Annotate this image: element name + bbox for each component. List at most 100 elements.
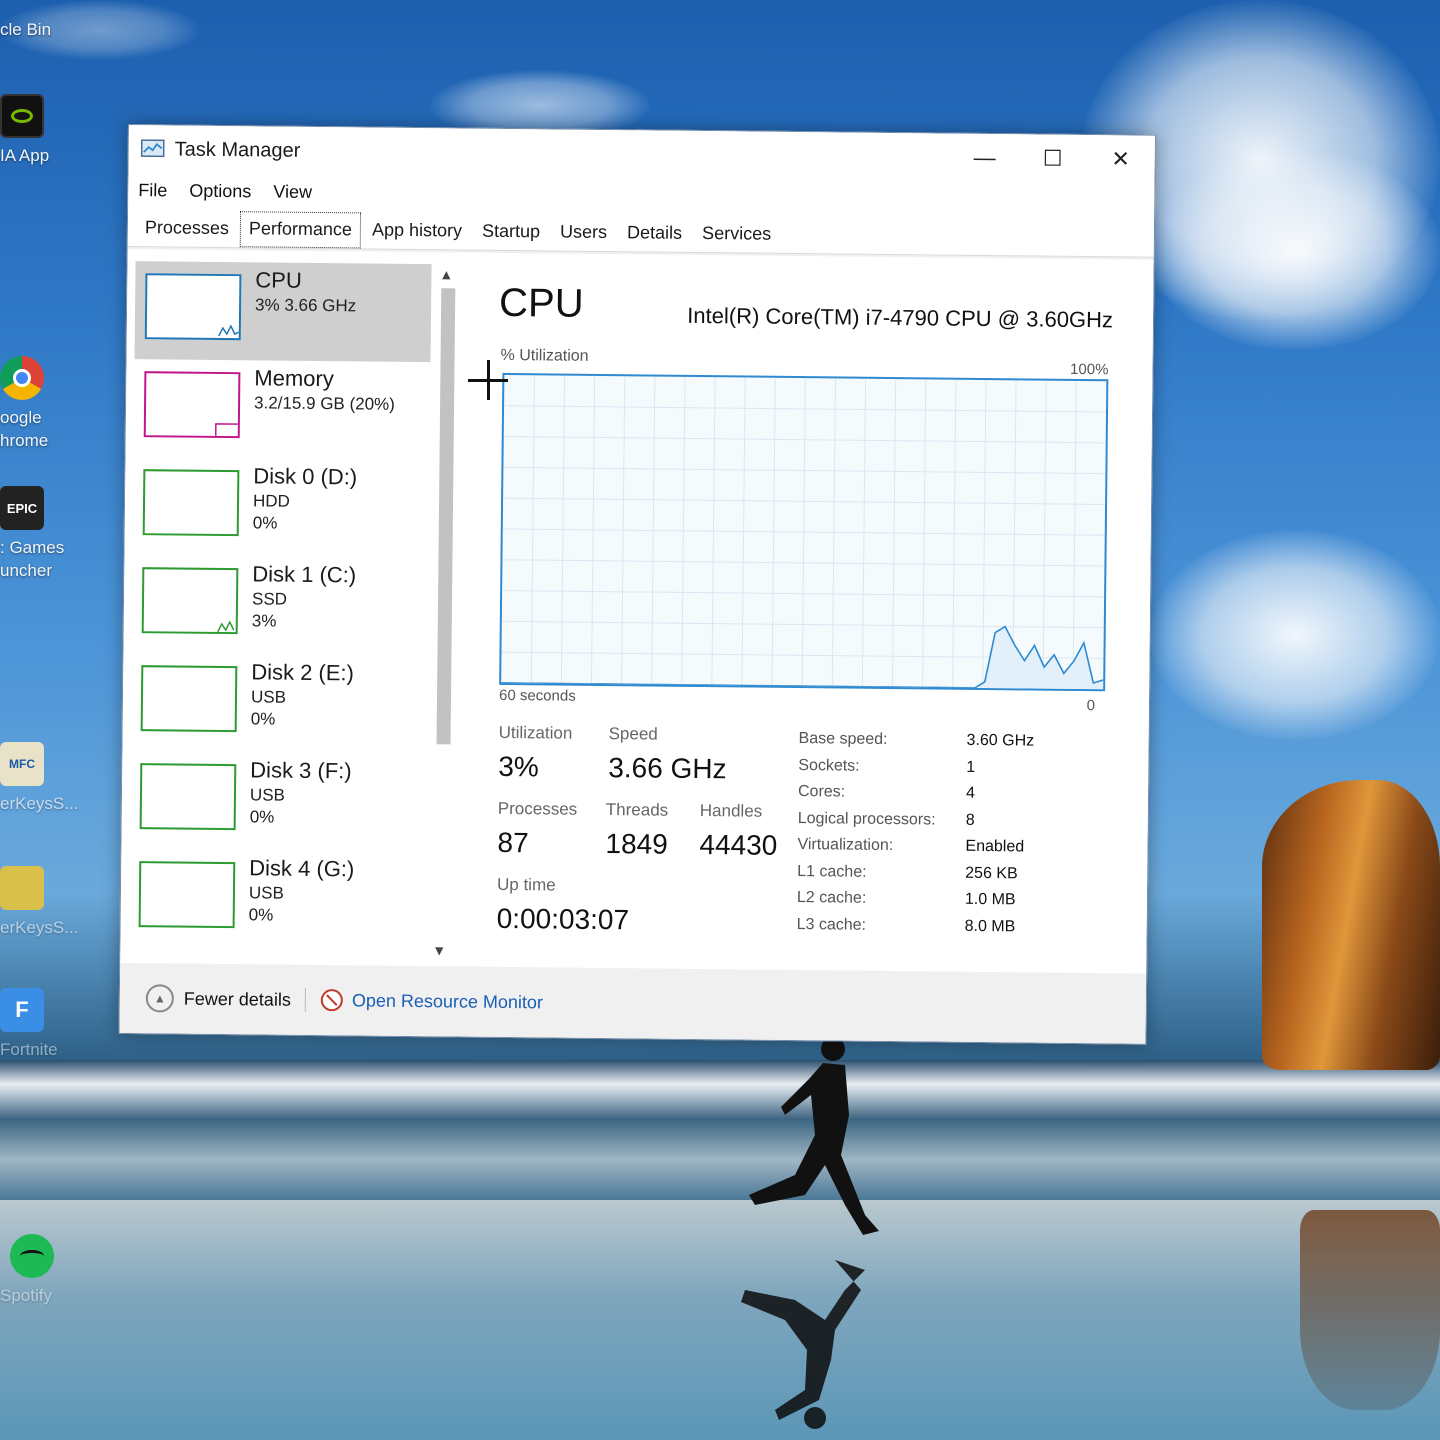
stat-value: 3.66 GHz: [608, 752, 727, 785]
sidebar-item-disk-1[interactable]: Disk 1 (C:) SSD 3%: [131, 555, 428, 656]
epic-games-icon: EPIC: [0, 486, 44, 530]
resource-monitor-icon: [320, 989, 343, 1012]
spec-value: 3.60 GHz: [966, 732, 1035, 750]
spec-value: 1.0 MB: [964, 891, 1016, 909]
tab-details[interactable]: Details: [618, 215, 691, 252]
fortnite-icon: F: [0, 988, 44, 1032]
desktop-icon-label: oogle: [0, 408, 42, 427]
disk-thumbnail-graph: [138, 861, 236, 929]
sidebar-item-usage: 0%: [252, 513, 278, 533]
tab-app-history[interactable]: App history: [363, 212, 471, 249]
disk-thumbnail-graph: [140, 665, 238, 733]
tab-services[interactable]: Services: [693, 216, 780, 253]
menu-view[interactable]: View: [273, 181, 312, 202]
stat-label: Up time: [496, 874, 556, 895]
stat-label: Threads: [605, 800, 669, 820]
sidebar-item-name: Disk 3 (F:): [250, 757, 352, 784]
desktop-icon-google-chrome[interactable]: oogle hrome: [0, 356, 78, 452]
graph-min-label: 0: [1086, 697, 1096, 715]
cpu-specs-table: Base speed: 3.60 GHz Sockets: 1 Cores: 4 Lo…: [797, 726, 1035, 940]
graph-max-label: 100%: [1070, 360, 1109, 379]
memory-thumbnail-graph: [143, 371, 241, 439]
tab-startup[interactable]: Startup: [473, 214, 549, 251]
sidebar-item-disk-3[interactable]: Disk 3 (F:) USB 0%: [129, 751, 426, 852]
task-manager-window: Task Manager — ☐ ✕ File Options View Pro…: [118, 124, 1156, 1045]
graph-y-axis-label: % Utilization: [500, 346, 589, 365]
stat-value: 0:00:03:07: [496, 902, 630, 936]
desktop-icon-epic-games[interactable]: EPIC : Games uncher: [0, 486, 78, 582]
spec-value: 256 KB: [965, 864, 1018, 883]
graph-time-label: 60 seconds: [498, 686, 576, 705]
sidebar-item-usage: 0%: [249, 807, 275, 827]
scroll-down-arrow-icon[interactable]: ▼: [432, 942, 446, 958]
desktop-icon-keys-app-1[interactable]: MFC erKeysS...: [0, 742, 78, 815]
desktop-icon-recycle-bin[interactable]: cle Bin: [0, 18, 78, 41]
stat-utilization: Utilization 3%: [498, 723, 572, 784]
keys-app-icon: MFC: [0, 742, 44, 786]
spec-row: L3 cache: 8.0 MB: [797, 912, 1033, 941]
spec-label: L2 cache:: [796, 889, 867, 908]
tab-users[interactable]: Users: [551, 214, 616, 251]
spec-label: L3 cache:: [796, 915, 867, 934]
spec-label: Virtualization:: [797, 836, 894, 855]
spec-row: Logical processors: 8: [798, 806, 1034, 835]
desktop-icon-keys-app-2[interactable]: erKeysS...: [0, 866, 78, 939]
desktop-icon-fortnite[interactable]: F Fortnite: [0, 988, 78, 1061]
spec-value: Enabled: [965, 838, 1025, 856]
archive-icon: [0, 866, 44, 910]
minimize-button[interactable]: —: [950, 134, 1018, 183]
desktop-icon-nvidia-app[interactable]: IA App: [0, 94, 78, 167]
detail-title: CPU: [498, 280, 584, 326]
chevron-up-icon: ▲: [145, 984, 174, 1013]
sidebar-item-type: SSD: [251, 589, 288, 609]
sidebar-item-usage: 0%: [250, 709, 276, 729]
maximize-button[interactable]: ☐: [1018, 134, 1086, 183]
chrome-icon: [0, 356, 44, 400]
fewer-details-button[interactable]: ▲ Fewer details: [145, 984, 291, 1014]
sidebar-item-type: HDD: [252, 491, 291, 511]
scroll-up-arrow-icon[interactable]: ▲: [439, 266, 453, 282]
sidebar-item-usage: 3%: [251, 611, 277, 631]
sidebar-item-name: Disk 4 (G:): [249, 855, 355, 882]
spec-value: 4: [965, 785, 976, 803]
desktop-icon-label: Spotify: [0, 1286, 52, 1305]
rock-formation: [1262, 780, 1440, 1070]
crosshair-cursor-icon: [468, 360, 508, 400]
stat-label: Handles: [699, 801, 763, 821]
desktop-icon-label: hrome: [0, 431, 49, 450]
spec-value: 8.0 MB: [964, 917, 1016, 936]
tab-performance[interactable]: Performance: [239, 211, 362, 249]
desktop-icon-label: IA App: [0, 146, 50, 165]
tab-processes[interactable]: Processes: [136, 210, 238, 247]
menu-options[interactable]: Options: [189, 180, 251, 202]
stat-handles: Handles 44430: [699, 801, 777, 862]
sidebar-item-disk-2[interactable]: Disk 2 (E:) USB 0%: [130, 653, 427, 754]
spec-label: Sockets:: [798, 756, 860, 775]
sidebar-item-name: Disk 2 (E:): [251, 659, 355, 686]
sidebar-item-disk-0[interactable]: Disk 0 (D:) HDD 0%: [132, 457, 429, 558]
menu-file[interactable]: File: [138, 180, 167, 201]
spec-row: Base speed: 3.60 GHz: [798, 726, 1035, 755]
stat-value: 1849: [605, 828, 668, 860]
sidebar-item-name: Memory: [254, 365, 334, 392]
disk-thumbnail-graph: [142, 469, 240, 537]
cpu-model-name: Intel(R) Core(TM) i7-4790 CPU @ 3.60GHz: [687, 302, 1114, 333]
sidebar-scrollbar[interactable]: ▲ ▼: [430, 266, 459, 966]
close-button[interactable]: ✕: [1086, 135, 1154, 184]
sidebar-item-detail: 3.2/15.9 GB (20%): [253, 393, 395, 414]
desktop-icon-spotify[interactable]: Spotify: [0, 1234, 78, 1307]
sidebar-item-memory[interactable]: Memory 3.2/15.9 GB (20%): [134, 359, 431, 460]
spec-row: Virtualization: Enabled: [797, 832, 1033, 861]
sidebar-item-cpu[interactable]: CPU 3% 3.66 GHz: [134, 261, 432, 363]
scrollbar-thumb[interactable]: [436, 288, 456, 745]
stat-value: 44430: [699, 829, 778, 861]
open-resource-monitor-link[interactable]: Open Resource Monitor: [320, 988, 543, 1014]
sidebar-item-disk-4[interactable]: Disk 4 (G:) USB 0%: [128, 849, 425, 950]
sidebar-item-name: CPU: [255, 267, 302, 293]
footer-bar: ▲ Fewer details Open Resource Monitor: [119, 962, 1147, 1044]
stat-processes: Processes 87: [497, 799, 577, 860]
fewer-details-label: Fewer details: [183, 988, 291, 1010]
desktop-icon-label: cle Bin: [0, 20, 52, 39]
task-manager-icon: [140, 139, 165, 158]
sidebar-item-detail: 3% 3.66 GHz: [255, 295, 357, 316]
